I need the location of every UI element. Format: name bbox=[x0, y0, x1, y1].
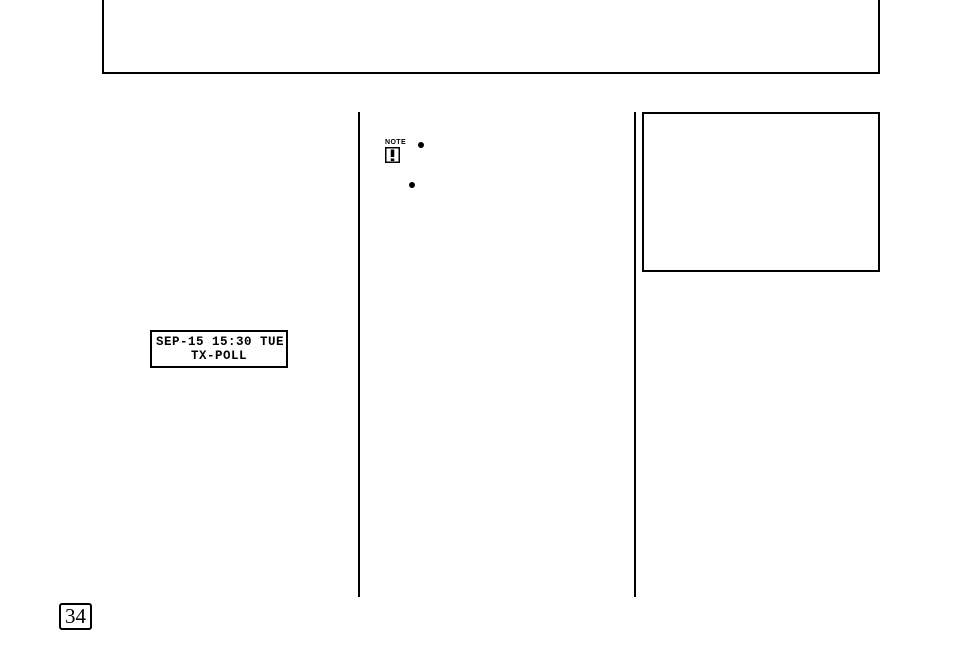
column-divider-2 bbox=[634, 112, 636, 597]
lcd-line-1: SEP-15 15:30 TUE bbox=[156, 335, 282, 349]
note-label: NOTE bbox=[385, 139, 403, 146]
page-number: 34 bbox=[59, 603, 92, 630]
info-box bbox=[642, 112, 880, 272]
bullet-icon bbox=[409, 182, 415, 188]
lcd-display: SEP-15 15:30 TUE TX-POLL bbox=[150, 330, 288, 368]
column-divider-1 bbox=[358, 112, 360, 597]
page-root: NOTE SEP-15 15:30 TUE TX-POLL 34 bbox=[0, 0, 954, 661]
header-frame bbox=[102, 0, 880, 74]
exclamation-icon bbox=[385, 147, 400, 163]
bullet-icon bbox=[418, 142, 424, 148]
note-callout: NOTE bbox=[385, 139, 403, 163]
lcd-line-2: TX-POLL bbox=[156, 349, 282, 363]
